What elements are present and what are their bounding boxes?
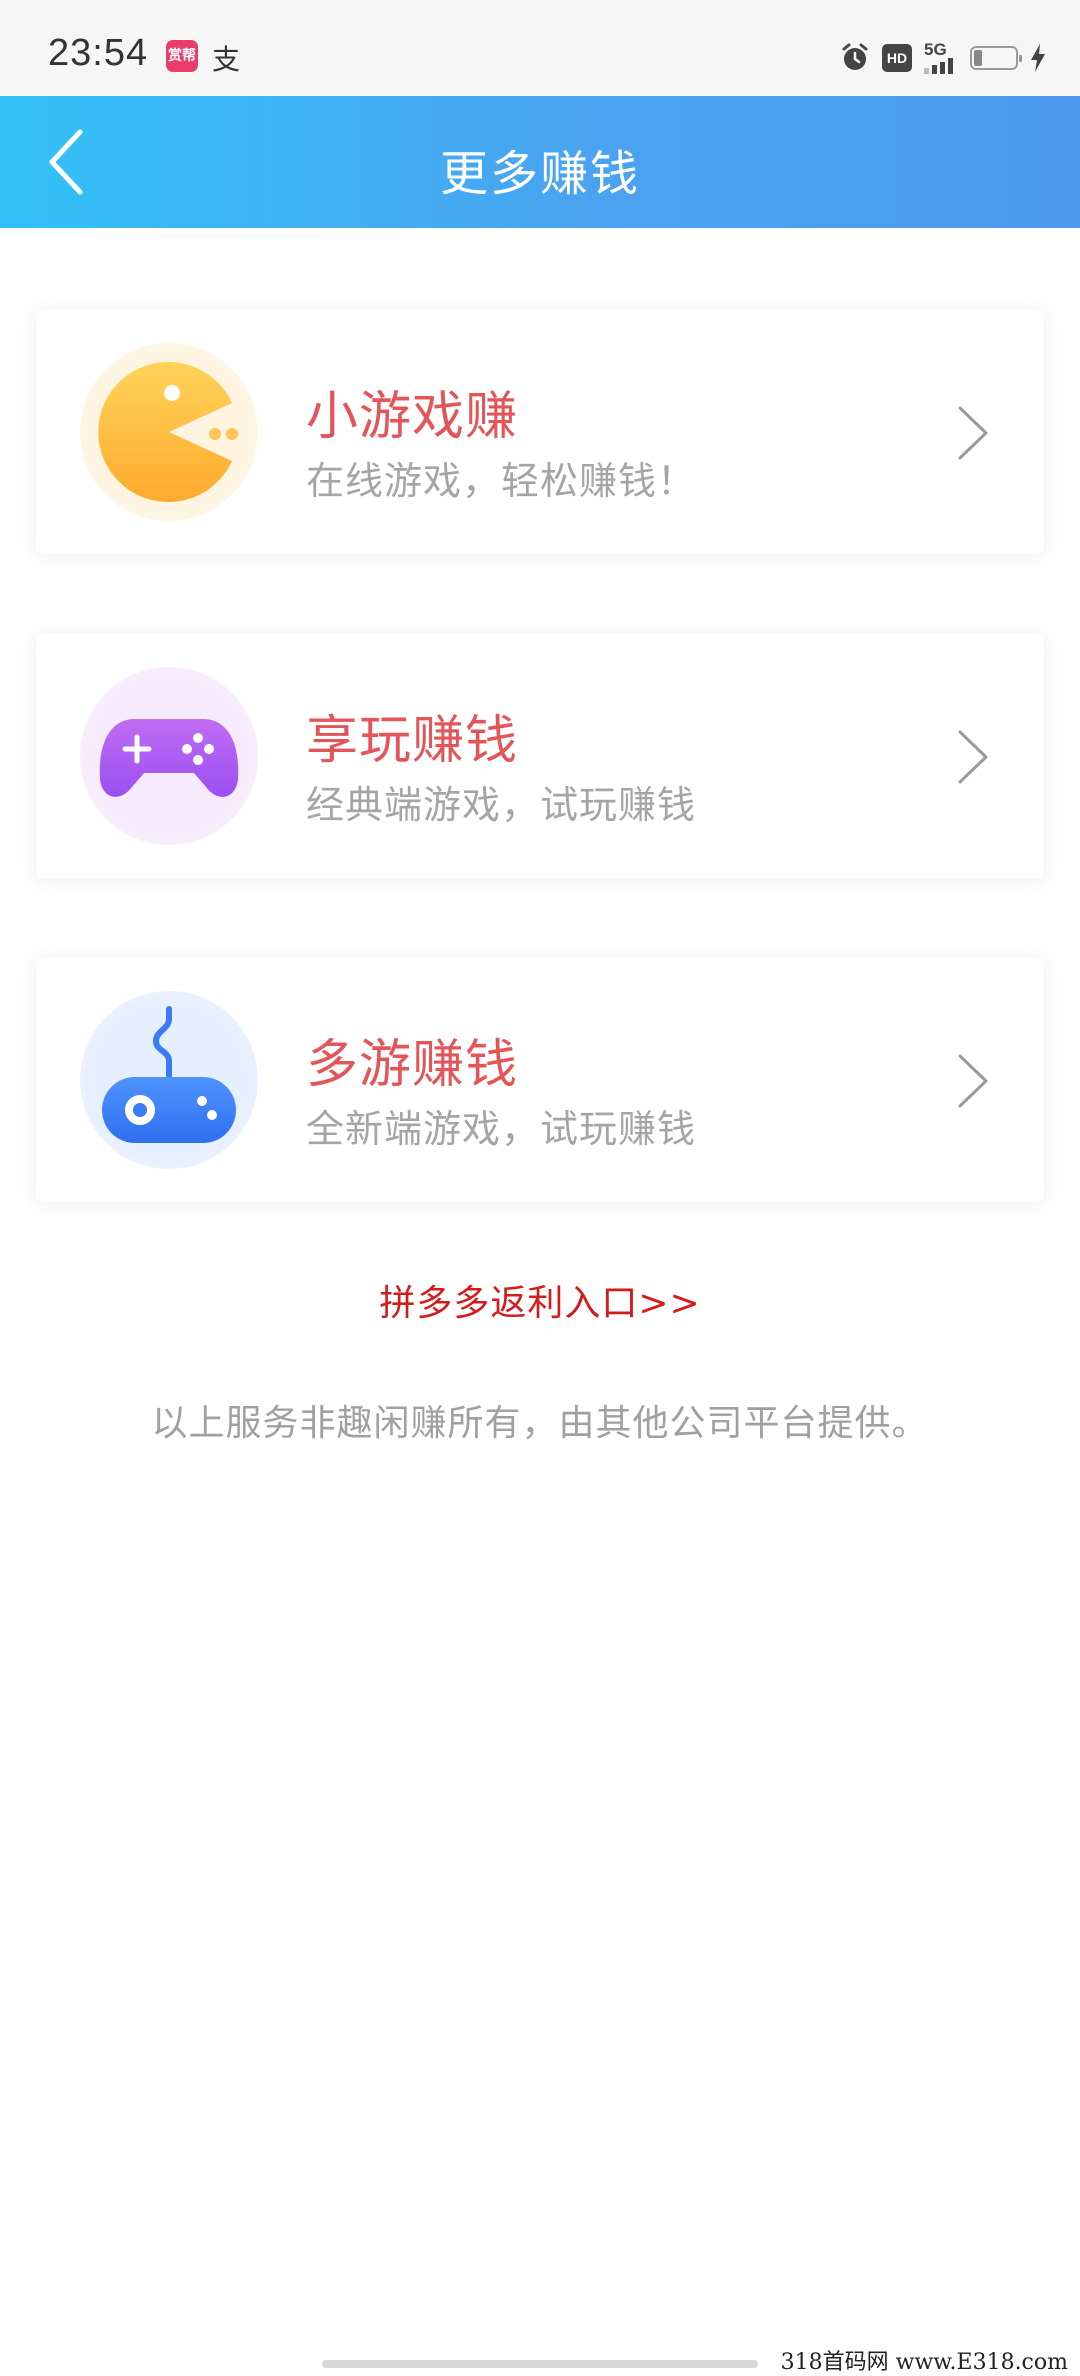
battery-icon bbox=[970, 46, 1022, 70]
chevron-right-icon bbox=[958, 1054, 988, 1108]
disclaimer-text: 以上服务非趣闲赚所有，由其他公司平台提供。 bbox=[151, 1403, 929, 1444]
card-subtitle: 在线游戏，轻松赚钱！ bbox=[306, 459, 697, 503]
app-header: 更多赚钱 bbox=[0, 96, 1080, 228]
card-xiangwan-earn[interactable]: 享玩赚钱 经典端游戏，试玩赚钱 bbox=[36, 634, 1044, 878]
status-time: 23:54 bbox=[48, 32, 149, 74]
joystick-icon bbox=[80, 991, 258, 1169]
hd-icon: HD bbox=[882, 44, 912, 72]
network-type-label: 5G bbox=[924, 40, 947, 59]
alarm-icon bbox=[842, 43, 868, 70]
notification-app-icon: 赏帮 bbox=[166, 40, 198, 72]
pacman-icon bbox=[80, 343, 258, 521]
watermark: 318首码网 www.E318.com bbox=[776, 2344, 1072, 2376]
card-subtitle: 全新端游戏，试玩赚钱 bbox=[306, 1107, 697, 1151]
page-title: 更多赚钱 bbox=[439, 146, 640, 202]
card-title: 享玩赚钱 bbox=[306, 711, 519, 771]
card-title: 多游赚钱 bbox=[306, 1035, 519, 1095]
alipay-notification-icon: 支 bbox=[212, 43, 241, 76]
charging-icon bbox=[1031, 44, 1045, 72]
status-indicators: HD 5G bbox=[840, 38, 1046, 78]
card-duoyou-earn[interactable]: 多游赚钱 全新端游戏，试玩赚钱 bbox=[36, 958, 1044, 1202]
signal-bars-icon bbox=[924, 58, 953, 74]
gamepad-icon bbox=[80, 667, 258, 845]
chevron-right-icon bbox=[958, 406, 988, 460]
signal-indicator: 5G bbox=[924, 40, 958, 74]
home-indicator[interactable] bbox=[322, 2360, 758, 2368]
card-mini-game-earn[interactable]: 小游戏赚 在线游戏，轻松赚钱！ bbox=[36, 310, 1044, 554]
chevron-right-icon bbox=[958, 730, 988, 784]
status-bar: 23:54 赏帮 支 HD 5G bbox=[0, 0, 1080, 96]
pinduoduo-rebate-link[interactable]: 拼多多返利入口>> bbox=[0, 1274, 1080, 1326]
card-title: 小游戏赚 bbox=[306, 387, 519, 447]
card-subtitle: 经典端游戏，试玩赚钱 bbox=[306, 783, 697, 827]
